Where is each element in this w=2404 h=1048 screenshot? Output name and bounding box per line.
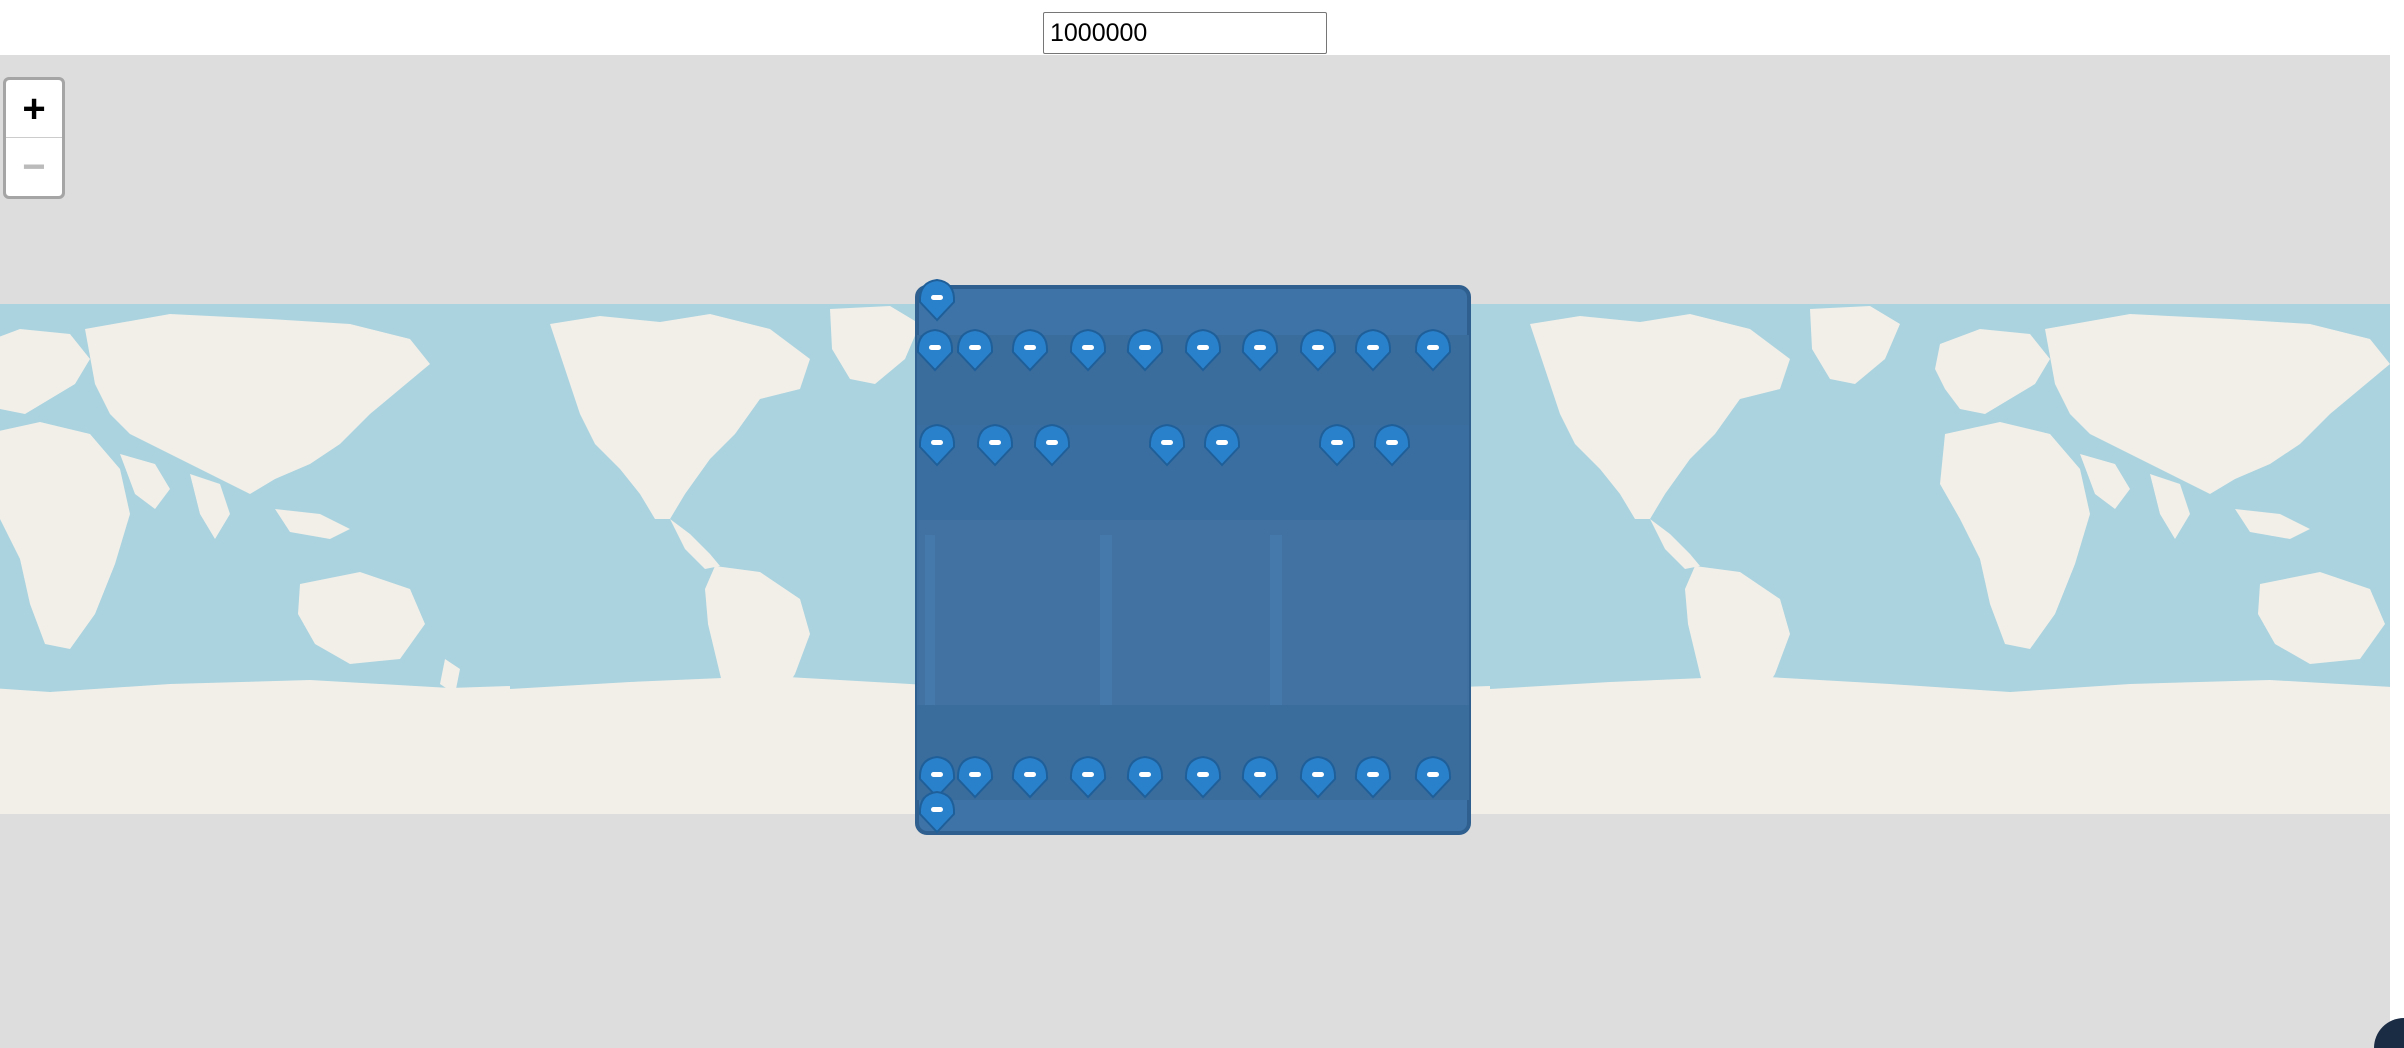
world-map[interactable]: [0, 55, 2390, 1048]
zoom-out-button[interactable]: −: [6, 138, 62, 196]
map-container[interactable]: + −: [0, 55, 2390, 1048]
marker-count-input[interactable]: [1043, 12, 1327, 54]
zoom-control: + −: [3, 77, 65, 199]
marker-cluster[interactable]: [915, 285, 1471, 835]
zoom-in-button[interactable]: +: [6, 80, 62, 138]
top-bar: [0, 0, 2404, 55]
